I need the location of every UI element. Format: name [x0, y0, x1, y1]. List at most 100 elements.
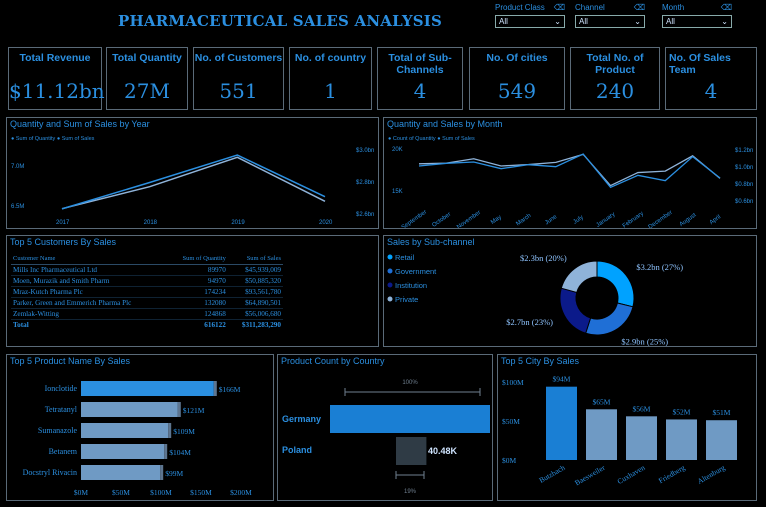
- y-tick-label: $100M: [502, 378, 524, 387]
- sub-channel-panel[interactable]: Sales by Sub-channel Retail Government Ins…: [383, 235, 757, 347]
- kpi-value: 27M: [124, 79, 170, 103]
- kpi-total-revenue: Total Revenue $11.12bn: [8, 47, 105, 110]
- eraser-icon[interactable]: ⌫: [554, 3, 565, 14]
- column-header[interactable]: Sum of Quantity: [167, 253, 228, 265]
- page-title: PHARMACEUTICAL SALES ANALYSIS: [118, 12, 443, 30]
- bar: [81, 402, 178, 417]
- table-row[interactable]: Moen, Murazik and Smith Pharm 94970 $50,88…: [11, 275, 283, 287]
- eraser-icon[interactable]: ⌫: [634, 3, 645, 14]
- legend-marker: [387, 282, 393, 288]
- slicer-month[interactable]: Month ⌫ All ⌄: [662, 3, 732, 28]
- top-city-bar-chart: $100M $50M $0M $94M Butzbach $65M Baesweiler $5…: [502, 375, 737, 488]
- y-left-tick: 20K: [392, 147, 403, 153]
- x-tick-label: 2017: [56, 220, 70, 226]
- bar-shadow: [213, 381, 217, 396]
- kpi-label: No. of Customers: [194, 52, 283, 64]
- x-tick-label: August: [679, 212, 698, 228]
- bar: [626, 416, 657, 460]
- y-left-tick: 15K: [392, 189, 403, 195]
- kpi-customers: No. of Customers 551: [193, 47, 284, 110]
- kpi-label: Total No. of Product: [586, 52, 644, 76]
- category-label: Baesweiler: [573, 463, 607, 488]
- bar-shadow: [164, 444, 168, 459]
- top-city-panel[interactable]: Top 5 City By Sales $100M $50M $0M $94M Butz…: [497, 354, 757, 501]
- kpi-label: No. of country: [294, 52, 367, 64]
- bar-value-label: $52M: [673, 407, 691, 416]
- x-tick-label: $50M: [112, 488, 130, 497]
- legend-marker: [387, 268, 393, 274]
- bar-shadow: [160, 465, 164, 480]
- category-label: Butzbach: [537, 463, 566, 485]
- bar-value-label: $166M: [219, 385, 241, 394]
- slicer-channel[interactable]: Channel ⌫ All ⌄: [575, 3, 645, 28]
- kpi-products: Total No. of Product 240: [570, 47, 660, 110]
- year-chart-panel[interactable]: Quantity and Sum of Sales by Year ● Sum …: [6, 117, 379, 229]
- x-tick-label: March: [515, 213, 532, 227]
- chevron-down-icon[interactable]: ⌄: [554, 17, 561, 26]
- table-row[interactable]: Mraz-Kutch Pharma Plc 174234 $93,561,780: [11, 286, 283, 298]
- y-right-tick: $2.6bn: [356, 212, 374, 218]
- category-label: Poland: [282, 445, 312, 455]
- x-tick-label: April: [709, 214, 722, 226]
- kpi-value: 240: [595, 79, 635, 103]
- category-label: Betanem: [49, 447, 78, 456]
- x-tick-label: $100M: [150, 488, 172, 497]
- table-total-row: Total 616122 $311,283,290: [11, 318, 283, 330]
- table-row[interactable]: Zemlak-Witting 124868 $56,006,680: [11, 308, 283, 320]
- bar-value-label: $94M: [553, 375, 571, 384]
- bar: [81, 423, 169, 438]
- slicer-product-class[interactable]: Product Class ⌫ All ⌄: [495, 3, 565, 28]
- kpi-label: No. Of Sales Team: [669, 52, 731, 76]
- x-tick-label: November: [456, 210, 482, 228]
- legend-item: Retail: [395, 253, 415, 262]
- table-row[interactable]: Mills Inc Pharmaceutical Ltd 89970 $45,939…: [11, 264, 283, 276]
- month-line-chart: 20K 15K $1.2bn $1.0bn $0.8bn $0.6bn Sept…: [392, 147, 753, 228]
- bar: [586, 409, 617, 460]
- bar: [396, 437, 427, 465]
- slicer-label: Product Class: [495, 3, 545, 12]
- category-label: Docstryl Rivacin: [23, 468, 77, 477]
- column-header[interactable]: Customer Name: [11, 253, 168, 265]
- top-customers-panel[interactable]: Top 5 Customers By Sales Customer Name S…: [6, 235, 379, 347]
- top-products-bar-chart: Ionclotide $166M Tetratanyl $121M Sumanazole…: [23, 381, 252, 497]
- x-tick-label: $0M: [74, 488, 89, 497]
- legend-item: Government: [395, 267, 437, 276]
- chevron-down-icon[interactable]: ⌄: [721, 17, 728, 26]
- eraser-icon[interactable]: ⌫: [721, 3, 732, 14]
- column-header[interactable]: Sum of Sales: [227, 253, 283, 265]
- x-tick-label: May: [490, 214, 503, 225]
- annotation-label: 100%: [402, 380, 418, 386]
- annotation-label: 19%: [404, 489, 417, 495]
- x-tick-label: December: [648, 210, 674, 228]
- chevron-down-icon[interactable]: ⌄: [634, 17, 641, 26]
- year-line-chart: 7.0M 6.5M $3.0bn $2.8bn $2.6bn 2017 2018 2…: [11, 148, 374, 226]
- donut-slice: [596, 260, 635, 308]
- category-label: Friedberg: [657, 463, 687, 485]
- month-chart-panel[interactable]: Quantity and Sales by Month ● Count of Q…: [383, 117, 757, 229]
- x-tick-label: September: [401, 209, 428, 228]
- slice-label: $2.3bn (20%): [520, 253, 567, 263]
- y-left-tick: 7.0M: [11, 164, 24, 170]
- kpi-value: 4: [413, 79, 427, 103]
- legend-marker: [387, 296, 393, 302]
- kpi-value: 551: [219, 79, 258, 103]
- kpi-country: No. of country 1: [289, 47, 372, 110]
- customers-table: Customer Name Sum of Quantity Sum of Sal…: [11, 253, 283, 330]
- country-panel[interactable]: Product Count by Country 100% Germany Pola…: [277, 354, 493, 501]
- x-tick-label: 2019: [231, 220, 245, 226]
- x-tick-label: February: [622, 211, 645, 228]
- category-label: Altenburg: [696, 463, 727, 486]
- kpi-sales-team: No. Of Sales Team 4: [665, 47, 757, 110]
- bar-value-label: $51M: [713, 408, 731, 417]
- kpi-value: $11.12bn: [9, 79, 105, 103]
- category-label: Sumanazole: [38, 426, 78, 435]
- table-row[interactable]: Parker, Green and Emmerich Pharma Plc 132…: [11, 297, 283, 309]
- slice-label: $2.9bn (25%): [621, 337, 668, 346]
- top-products-panel[interactable]: Top 5 Product Name By Sales Ionclotide $1…: [6, 354, 274, 501]
- slicer-value: All: [499, 17, 508, 26]
- bar: [81, 444, 165, 459]
- bar: [546, 386, 577, 460]
- country-bar-chart: 100% Germany Poland 40.48K 19%: [282, 380, 490, 495]
- kpi-label: Total of Sub-Channels: [388, 52, 452, 76]
- bar-shadow: [168, 423, 172, 438]
